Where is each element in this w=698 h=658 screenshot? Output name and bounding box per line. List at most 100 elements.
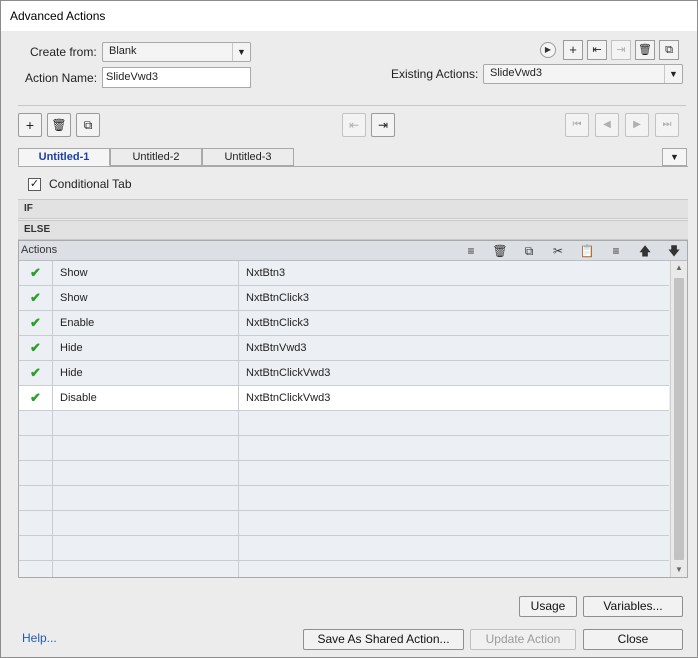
target-cell[interactable]: NxtBtnClick3	[239, 286, 669, 310]
empty-table-row[interactable]	[19, 561, 669, 577]
empty-table-row[interactable]	[19, 511, 669, 536]
empty-table-row[interactable]	[19, 411, 669, 436]
tabs-menu-icon[interactable]: ▼	[662, 148, 687, 166]
close-button[interactable]: Close	[583, 629, 683, 650]
checkmark-icon[interactable]: ✔	[19, 286, 53, 310]
actions-scrollbar[interactable]: ▲ ▼	[670, 261, 687, 577]
empty-cell[interactable]	[19, 436, 53, 460]
if-section[interactable]: IF	[18, 199, 688, 219]
table-row[interactable]: ✔ Enable NxtBtnClick3	[19, 311, 669, 336]
empty-cell[interactable]	[19, 561, 53, 577]
else-section[interactable]: ELSE	[18, 220, 688, 240]
first-decision-icon[interactable]: ⏮	[565, 113, 589, 137]
checkmark-icon[interactable]: ✔	[19, 261, 53, 285]
empty-cell[interactable]	[239, 411, 669, 435]
target-cell[interactable]: NxtBtnVwd3	[239, 336, 669, 360]
add-decision-icon[interactable]: +	[18, 113, 42, 137]
copy-row-icon[interactable]: ⧉	[521, 243, 537, 259]
add-action-icon[interactable]: +	[563, 40, 583, 60]
empty-cell[interactable]	[19, 461, 53, 485]
empty-cell[interactable]	[53, 461, 239, 485]
empty-cell[interactable]	[53, 511, 239, 535]
move-down-icon[interactable]: 🡇	[666, 243, 682, 259]
action-cell[interactable]: Hide	[53, 361, 239, 385]
empty-table-row[interactable]	[19, 461, 669, 486]
action-cell[interactable]: Enable	[53, 311, 239, 335]
delete-row-icon[interactable]: 🗑	[492, 243, 508, 259]
action-name-input[interactable]: SlideVwd3	[102, 67, 251, 88]
empty-cell[interactable]	[19, 411, 53, 435]
insert-row-icon[interactable]: ≡	[463, 243, 479, 259]
empty-cell[interactable]	[53, 486, 239, 510]
empty-cell[interactable]	[239, 536, 669, 560]
empty-cell[interactable]	[239, 436, 669, 460]
export-decision-icon[interactable]: ⇥	[371, 113, 395, 137]
insert-below-icon[interactable]: ≡	[608, 243, 624, 259]
tab-untitled-3[interactable]: Untitled-3	[202, 148, 294, 166]
checkmark-icon[interactable]: ✔	[19, 386, 53, 410]
action-cell[interactable]: Disable	[53, 386, 239, 410]
action-cell[interactable]: Show	[53, 261, 239, 285]
empty-cell[interactable]	[239, 461, 669, 485]
table-row[interactable]: ✔ Hide NxtBtnClickVwd3	[19, 361, 669, 386]
next-decision-icon[interactable]: ▶	[625, 113, 649, 137]
export-action-icon[interactable]: ⇥	[611, 40, 631, 60]
empty-cell[interactable]	[19, 486, 53, 510]
empty-cell[interactable]	[239, 486, 669, 510]
create-from-label: Create from:	[30, 45, 97, 59]
duplicate-action-icon[interactable]: ⧉	[659, 40, 679, 60]
save-as-shared-action-button[interactable]: Save As Shared Action...	[303, 629, 464, 650]
prev-decision-icon[interactable]: ◀	[595, 113, 619, 137]
delete-decision-icon[interactable]: 🗑	[47, 113, 71, 137]
empty-table-row[interactable]	[19, 536, 669, 561]
table-row[interactable]: ✔ Hide NxtBtnVwd3	[19, 336, 669, 361]
empty-cell[interactable]	[53, 561, 239, 577]
checkmark-icon[interactable]: ✔	[19, 336, 53, 360]
chevron-down-icon: ▼	[664, 65, 682, 83]
help-link[interactable]: Help...	[22, 631, 57, 645]
empty-cell[interactable]	[239, 561, 669, 577]
checkmark-icon[interactable]: ✔	[19, 311, 53, 335]
target-cell[interactable]: NxtBtnClickVwd3	[239, 386, 669, 410]
usage-button[interactable]: Usage	[519, 596, 577, 617]
import-decision-icon[interactable]: ⇤	[342, 113, 366, 137]
tab-untitled-1[interactable]: Untitled-1	[18, 148, 110, 166]
update-action-button[interactable]: Update Action	[470, 629, 576, 650]
cut-row-icon[interactable]: ✂	[550, 243, 566, 259]
empty-cell[interactable]	[19, 511, 53, 535]
table-row[interactable]: ✔ Show NxtBtn3	[19, 261, 669, 286]
target-cell[interactable]: NxtBtn3	[239, 261, 669, 285]
table-row[interactable]: ✔ Show NxtBtnClick3	[19, 286, 669, 311]
preview-icon[interactable]: ▶	[540, 42, 556, 58]
existing-actions-value: SlideVwd3	[490, 67, 542, 79]
tab-untitled-2[interactable]: Untitled-2	[110, 148, 202, 166]
action-cell[interactable]: Show	[53, 286, 239, 310]
existing-actions-select[interactable]: SlideVwd3 ▼	[483, 64, 683, 84]
duplicate-decision-icon[interactable]: ⧉	[76, 113, 100, 137]
variables-button[interactable]: Variables...	[583, 596, 683, 617]
empty-cell[interactable]	[53, 411, 239, 435]
delete-action-icon[interactable]: 🗑	[635, 40, 655, 60]
paste-row-icon[interactable]: 📋	[579, 243, 595, 259]
existing-actions-label: Existing Actions:	[391, 67, 479, 81]
decision-tabs: Untitled-1 Untitled-2 Untitled-3	[18, 148, 688, 167]
scroll-down-icon[interactable]: ▼	[671, 563, 687, 577]
move-up-icon[interactable]: 🡅	[637, 243, 653, 259]
empty-cell[interactable]	[53, 436, 239, 460]
empty-cell[interactable]	[239, 511, 669, 535]
empty-cell[interactable]	[53, 536, 239, 560]
table-row[interactable]: ✔ Disable NxtBtnClickVwd3	[19, 386, 669, 411]
empty-table-row[interactable]	[19, 486, 669, 511]
last-decision-icon[interactable]: ⏭	[655, 113, 679, 137]
scroll-up-icon[interactable]: ▲	[671, 261, 687, 275]
action-cell[interactable]: Hide	[53, 336, 239, 360]
create-from-select[interactable]: Blank ▼	[102, 42, 251, 62]
scroll-thumb[interactable]	[674, 278, 684, 560]
empty-cell[interactable]	[19, 536, 53, 560]
checkmark-icon[interactable]: ✔	[19, 361, 53, 385]
empty-table-row[interactable]	[19, 436, 669, 461]
target-cell[interactable]: NxtBtnClickVwd3	[239, 361, 669, 385]
import-action-icon[interactable]: ⇤	[587, 40, 607, 60]
conditional-tab-checkbox[interactable]: ✓	[28, 178, 41, 191]
target-cell[interactable]: NxtBtnClick3	[239, 311, 669, 335]
